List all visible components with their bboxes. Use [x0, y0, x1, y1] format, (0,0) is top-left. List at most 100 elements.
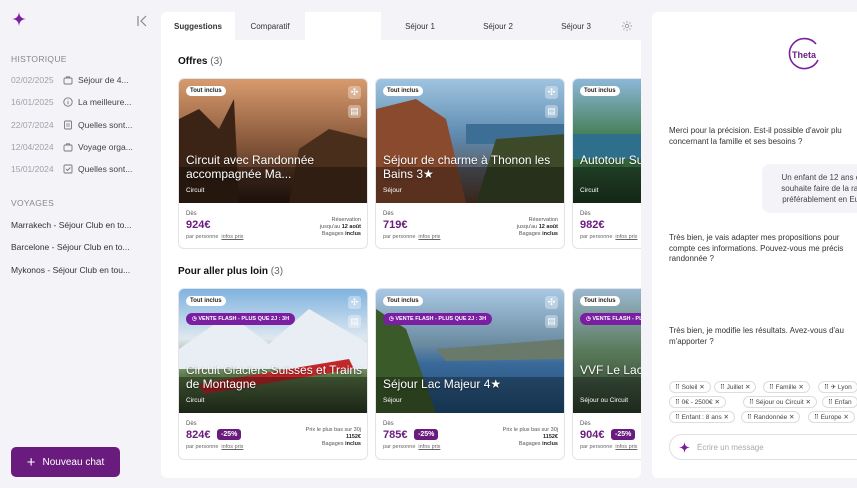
price-info-link[interactable]: infos prix [615, 444, 637, 450]
tab-suggestions[interactable]: Suggestions [161, 12, 235, 40]
sparkle-logo-icon[interactable] [12, 12, 26, 26]
luggage-info: Bagages inclus [320, 231, 361, 238]
luggage-included: inclus [542, 441, 558, 447]
expand-icon[interactable]: ✣ [348, 296, 361, 309]
tab-sejour-2[interactable]: Séjour 2 [459, 12, 537, 40]
offer-card[interactable]: Tout inclus ◷ VENTE FLASH - PLUS QUE 2J … [178, 288, 368, 460]
price-history-info: Prix le plus bas sur 30j 1152€ Bagages i… [503, 427, 558, 448]
price-per-person: par personne infos prix [383, 234, 440, 240]
history-item[interactable]: 22/07/2024 Quelles sont... [11, 120, 151, 130]
gear-icon[interactable] [621, 20, 633, 32]
luggage-label: Bagages [321, 441, 344, 447]
new-chat-button[interactable]: + Nouveau chat [11, 447, 120, 477]
clipboard-icon[interactable]: ▤ [348, 315, 361, 328]
deadline-date: 12 août [341, 224, 361, 230]
reservation-label: Réservation [331, 217, 361, 223]
price-per-person: par personne infos prix [383, 444, 440, 450]
clipboard-icon[interactable]: ▤ [348, 105, 361, 118]
history-item[interactable]: 16/01/2025 La meilleure... [11, 97, 151, 107]
offer-card[interactable]: Tout inclus ◷ VENTE FLASH - PLUS QUE 2J … [375, 288, 565, 460]
price-info-link[interactable]: infos prix [418, 444, 440, 450]
filter-tag[interactable]: ⠿ Séjour ou Circuit ✕ [743, 396, 817, 408]
price-from-label: Dès [383, 211, 394, 217]
expand-icon[interactable]: ✣ [545, 86, 558, 99]
user-message-line: préférablement en Eur [782, 195, 857, 204]
offer-image [573, 79, 641, 203]
luggage-included: inclus [542, 231, 558, 237]
old-price: 1152€ [503, 434, 558, 441]
flash-sale-text: VENTE FLASH - PLUS QUE 2J : 3H [198, 316, 290, 322]
flash-sale-text: VENTE FLASH - PLUS QUE 2J : 3H [395, 316, 487, 322]
history-item[interactable]: 12/04/2024 Voyage orga... [11, 142, 151, 152]
filter-tag-label: Famille [775, 383, 797, 391]
history-item[interactable]: 02/02/2025 Séjour de 4... [11, 75, 151, 85]
offer-card[interactable]: Tout inclus ◷ VENTE FLASH - PLUS QUE 2J … [572, 288, 641, 460]
offer-image [179, 79, 367, 203]
clipboard-icon[interactable]: ▤ [545, 105, 558, 118]
per-person-label: par personne [186, 444, 219, 450]
new-chat-label: Nouveau chat [42, 456, 105, 468]
until-label: jusqu'au [516, 224, 538, 230]
voyage-item[interactable]: Mykonos - Séjour Club en tou... [11, 265, 151, 275]
price-info-link[interactable]: infos prix [221, 444, 243, 450]
theta-logo-text: Theta [792, 50, 817, 60]
filter-tag[interactable]: ⠿ Europe ✕ [808, 411, 855, 423]
filter-tag[interactable]: ⠿ Enfan [822, 396, 857, 408]
price-info-link[interactable]: infos prix [221, 234, 243, 240]
filter-tag[interactable]: ⠿ Famille ✕ [763, 381, 810, 393]
filter-tag-label: Europe [820, 413, 842, 421]
filter-tag[interactable]: ⠿ 0€ - 2500€ ✕ [669, 396, 726, 408]
voyage-item[interactable]: Barcelone - Séjour Club en to... [11, 242, 151, 252]
expand-icon[interactable]: ✣ [545, 296, 558, 309]
section-further-count: (3) [270, 266, 284, 277]
sparkle-icon [679, 441, 690, 453]
history-item[interactable]: 15/01/2024 Quelles sont... [11, 164, 151, 174]
all-inclusive-badge: Tout inclus [383, 296, 423, 306]
assistant-message-line: concernant la famille et ses besoins ? [669, 136, 803, 146]
results-panel: Suggestions Comparatif Séjour 1 Séjour 2… [161, 12, 641, 478]
luggage-label: Bagages [518, 441, 541, 447]
filter-tag-label: Juillet [726, 383, 744, 391]
history-label: Quelles sont... [78, 120, 133, 130]
all-inclusive-badge: Tout inclus [383, 86, 423, 96]
price-per-person: par personne infos prix [186, 444, 243, 450]
tab-sejour-1[interactable]: Séjour 1 [381, 12, 459, 40]
offer-card[interactable]: Tout inclus ✣ ▤ Circuit avec Randonnée a… [178, 78, 368, 249]
tab-sejour-3[interactable]: Séjour 3 [537, 12, 615, 40]
flash-sale-badge: ◷ VENTE FLASH - PLUS QUE 2J : 3H [383, 313, 493, 325]
price-info-link[interactable]: infos prix [615, 234, 637, 240]
offer-card[interactable]: Tout inclus ✣ ▤ Séjour de charme à Thono… [375, 78, 565, 249]
price-info-link[interactable]: infos prix [418, 234, 440, 240]
filter-tag[interactable]: ⠿ ✈ Lyon [818, 381, 857, 393]
collapse-sidebar-icon[interactable] [136, 15, 148, 27]
filter-tag[interactable]: ⠿ Soleil ✕ [669, 381, 711, 393]
user-message-line: Un enfant de 12 ans et [781, 173, 857, 182]
voyage-item[interactable]: Marrakech - Séjour Club en to... [11, 220, 151, 230]
flash-sale-text: VENTE FLASH - PLUS QUE 2J : 3H [592, 316, 641, 322]
offer-image [376, 289, 564, 413]
section-further: Pour aller plus loin (3) [178, 266, 283, 277]
filter-tag-label: Enfant : 8 ans [681, 413, 722, 421]
clipboard-icon[interactable]: ▤ [545, 315, 558, 328]
assistant-message: Très bien, je modifie les résultats. Ave… [669, 326, 844, 347]
section-offres: Offres (3) [178, 56, 222, 67]
filter-tag[interactable]: ⠿ Enfant : 8 ans ✕ [669, 411, 735, 423]
offer-card[interactable]: Tout inclus Autotour Su... de Slovénie C… [572, 78, 641, 249]
all-inclusive-badge: Tout inclus [186, 296, 226, 306]
assistant-message-line: Merci pour la précision. Est-il possible… [669, 126, 842, 135]
all-inclusive-badge: Tout inclus [580, 296, 620, 306]
message-input-container[interactable] [669, 434, 857, 460]
assistant-message: Merci pour la précision. Est-il possible… [669, 126, 842, 147]
per-person-label: par personne [383, 234, 416, 240]
discount-badge: -25% [217, 429, 242, 440]
tab-bar: Suggestions Comparatif Séjour 1 Séjour 2… [161, 12, 641, 40]
tab-comparatif[interactable]: Comparatif [235, 12, 305, 40]
offer-title: Circuit Glaciers Suisses et Trains de Mo… [186, 363, 363, 391]
filter-tag[interactable]: ⠿ Randonnée ✕ [741, 411, 801, 423]
luggage-label: Bagages [321, 231, 344, 237]
filter-tag[interactable]: ⠿ Juillet ✕ [714, 381, 757, 393]
history-date: 22/07/2024 [11, 120, 54, 130]
expand-icon[interactable]: ✣ [348, 86, 361, 99]
per-person-label: par personne [580, 234, 613, 240]
message-input[interactable] [697, 442, 857, 452]
